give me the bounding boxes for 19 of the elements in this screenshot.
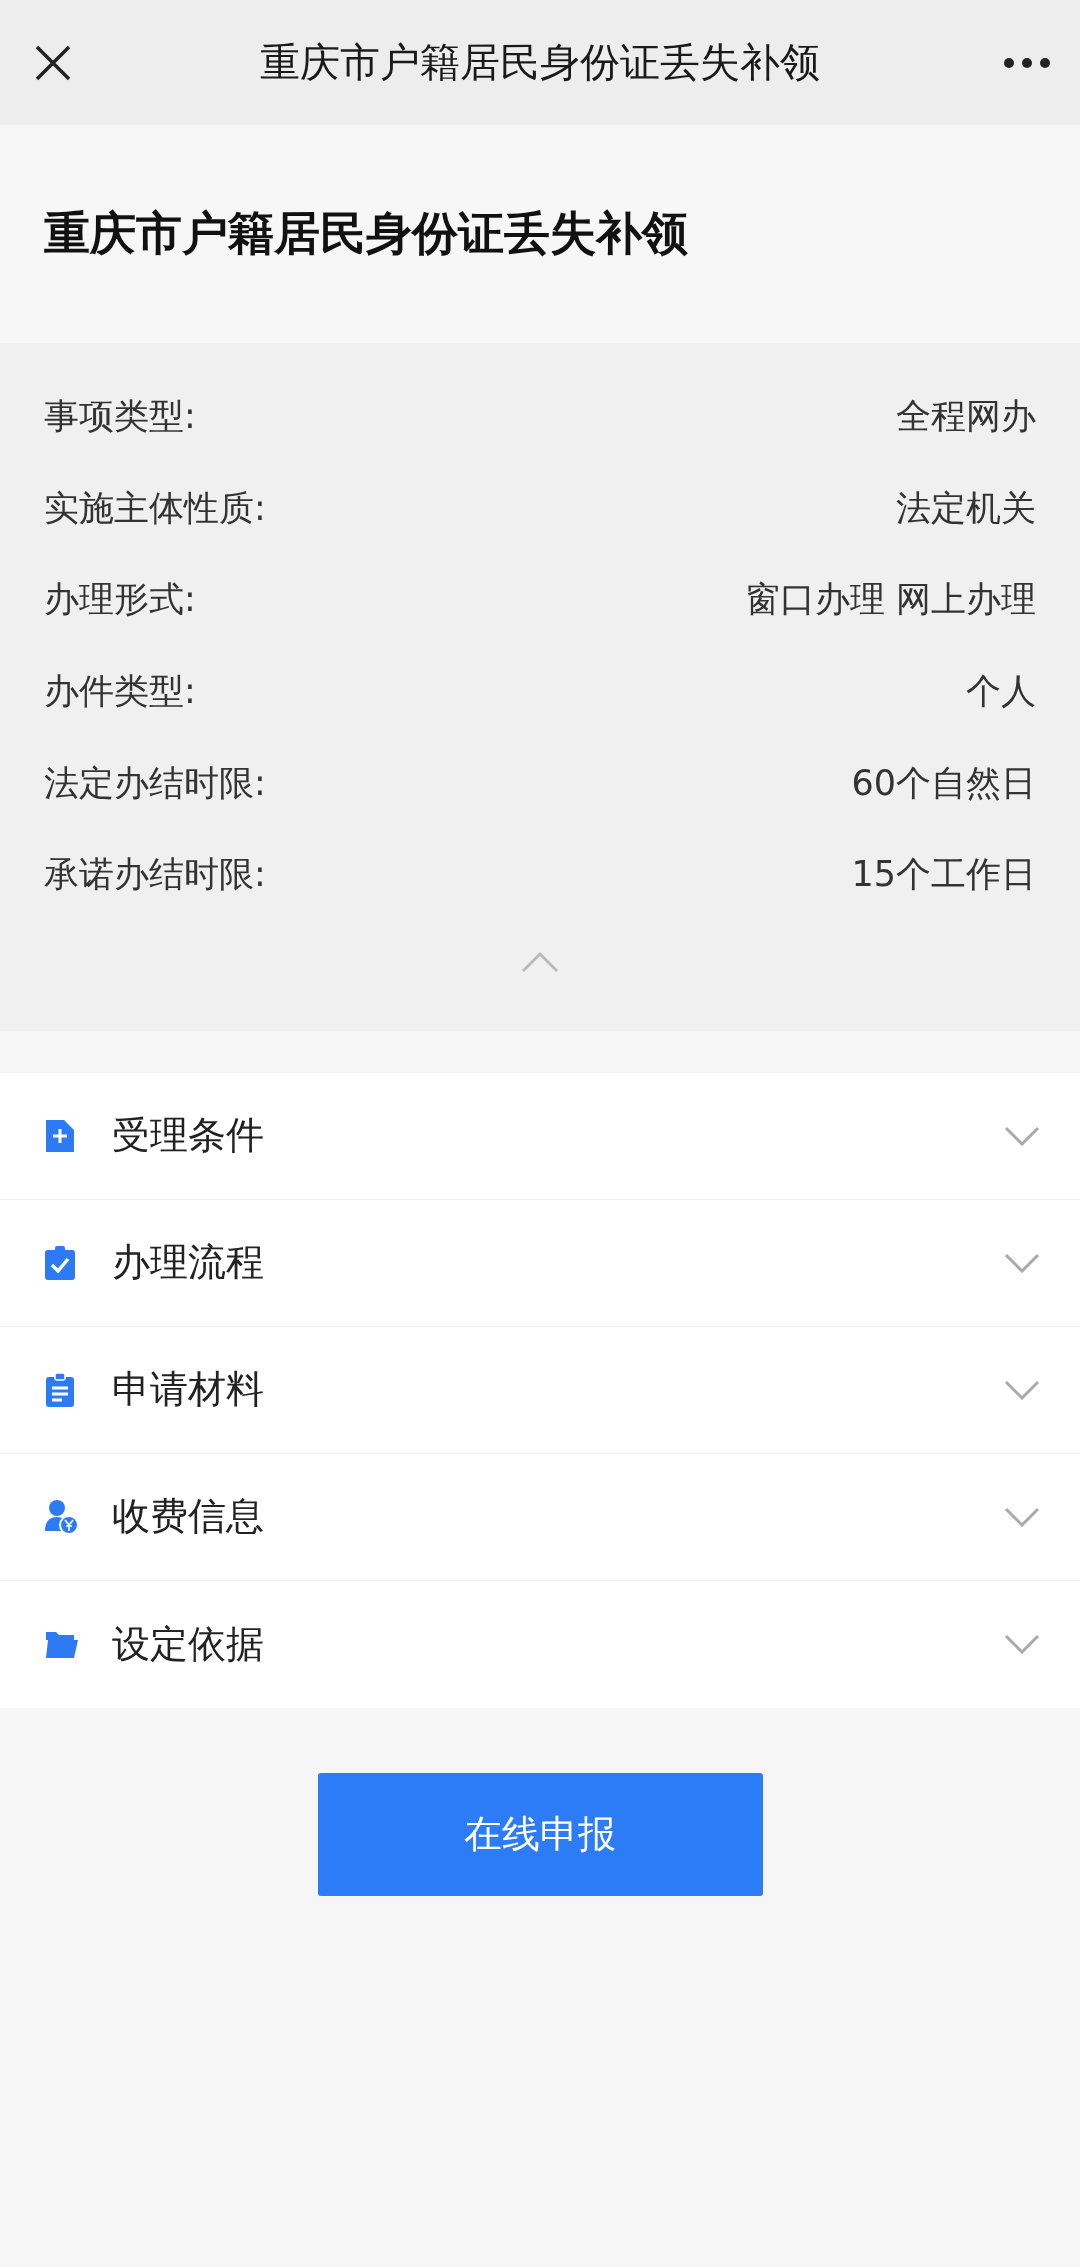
collapse-toggle[interactable] bbox=[520, 950, 560, 973]
detail-label: 实施主体性质: bbox=[44, 486, 266, 530]
detail-value: 15个工作日 bbox=[851, 853, 1036, 897]
chevron-up-icon bbox=[520, 950, 560, 973]
detail-value: 法定机关 bbox=[896, 486, 1036, 530]
detail-label: 办件类型: bbox=[44, 670, 196, 714]
detail-label: 办理形式: bbox=[44, 578, 196, 622]
detail-label: 法定办结时限: bbox=[44, 761, 266, 805]
detail-value: 全程网办 bbox=[896, 395, 1036, 439]
submit-button[interactable]: 在线申报 bbox=[317, 1772, 763, 1896]
detail-value: 窗口办理 网上办理 bbox=[744, 578, 1036, 622]
window-title: 重庆市户籍居民身份证丢失补领 bbox=[259, 38, 821, 87]
detail-value: 60个自然日 bbox=[851, 761, 1036, 805]
page-heading: 重庆市户籍居民身份证丢失补领 bbox=[44, 205, 688, 262]
detail-value: 个人 bbox=[966, 670, 1036, 714]
detail-label: 事项类型: bbox=[44, 395, 196, 439]
user-yen-icon bbox=[44, 1498, 80, 1535]
more-icon bbox=[1003, 56, 1051, 69]
detail-label: 承诺办结时限: bbox=[44, 853, 266, 897]
